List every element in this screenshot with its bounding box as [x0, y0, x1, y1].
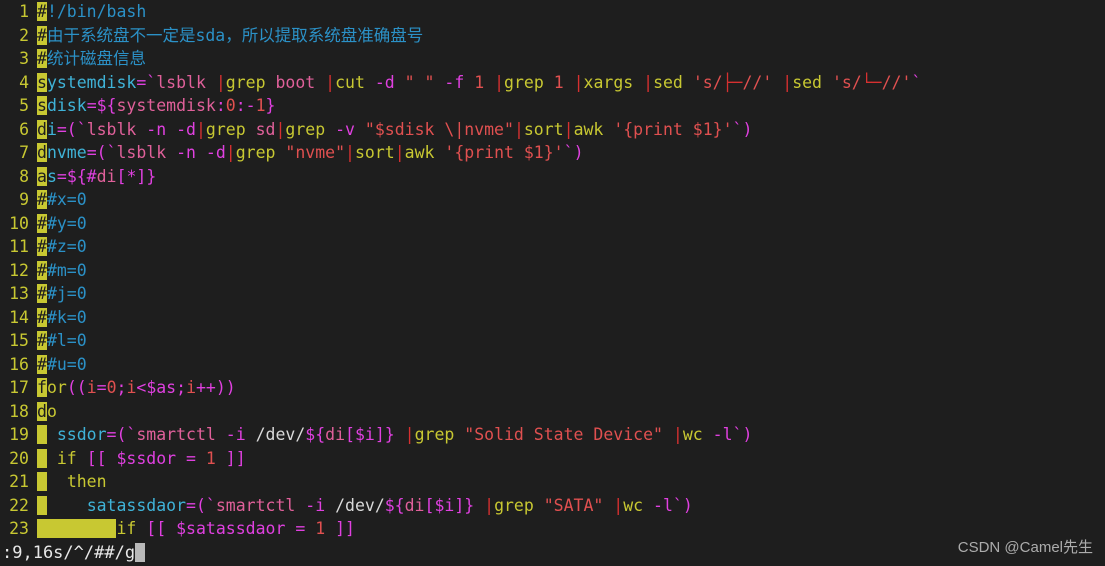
text-cursor	[135, 543, 146, 562]
code-line[interactable]: 7 dnvme=(`lsblk -n -d|grep "nvme"|sort|a…	[0, 141, 1105, 165]
search-match-highlight: #	[37, 260, 47, 280]
code-line[interactable]: 15 ##l=0	[0, 329, 1105, 353]
code-line[interactable]: 12 ##m=0	[0, 259, 1105, 283]
search-match-highlight	[37, 519, 117, 538]
code-line[interactable]: 9 ##x=0	[0, 188, 1105, 212]
line-content: dnvme=(`lsblk -n -d|grep "nvme"|sort|awk…	[37, 143, 584, 162]
line-content: ##x=0	[37, 190, 87, 209]
code-line[interactable]: 18 do	[0, 400, 1105, 424]
code-line[interactable]: 6 di=(`lsblk -n -d|grep sd|grep -v "$sdi…	[0, 118, 1105, 142]
code-line[interactable]: 22 satassdaor=(`smartctl -i /dev/${di[$i…	[0, 494, 1105, 518]
line-number: 6	[19, 119, 29, 139]
search-match-highlight: #	[37, 307, 47, 327]
line-content: satassdaor=(`smartctl -i /dev/${di[$i]} …	[37, 494, 693, 518]
line-number: 1	[19, 2, 29, 21]
line-number: 3	[19, 49, 29, 68]
search-match-highlight	[37, 448, 47, 468]
code-line[interactable]: 14 ##k=0	[0, 306, 1105, 330]
code-line[interactable]: 11 ##z=0	[0, 235, 1105, 259]
vim-command-line[interactable]: :9,16s/^/##/g	[0, 540, 1105, 566]
line-content: sdisk=${systemdisk:0:-1}	[37, 96, 276, 115]
code-line[interactable]: 1 #!/bin/bash	[0, 0, 1105, 24]
line-number: 22	[9, 495, 29, 515]
code-line[interactable]: 10 ##y=0	[0, 212, 1105, 236]
line-content: di=(`lsblk -n -d|grep sd|grep -v "$sdisk…	[37, 119, 753, 139]
line-number: 15	[9, 331, 29, 350]
line-number: 18	[9, 401, 29, 421]
code-area[interactable]: 1 #!/bin/bash 2 #由于系统盘不一定是sda，所以提取系统盘准确盘…	[0, 0, 1105, 538]
code-line[interactable]: 16 ##u=0	[0, 353, 1105, 377]
line-number: 16	[9, 354, 29, 374]
search-match-highlight: f	[37, 378, 47, 397]
line-number: 9	[19, 190, 29, 209]
search-match-highlight: #	[37, 354, 47, 374]
line-number: 5	[19, 96, 29, 115]
code-line[interactable]: 20 if [[ $ssdor = 1 ]]	[0, 447, 1105, 471]
code-line[interactable]: 3 #统计磁盘信息	[0, 47, 1105, 71]
line-content: ssdor=(`smartctl -i /dev/${di[$i]} |grep…	[37, 423, 752, 447]
search-match-highlight: s	[37, 96, 47, 115]
line-content: #统计磁盘信息	[37, 49, 146, 68]
search-match-highlight	[37, 472, 47, 491]
line-content: ##z=0	[37, 237, 87, 256]
line-number: 23	[9, 519, 29, 538]
search-match-highlight: #	[37, 213, 47, 233]
search-match-highlight	[37, 425, 47, 444]
code-line[interactable]: 5 sdisk=${systemdisk:0:-1}	[0, 94, 1105, 118]
line-content: for((i=0;i<$as;i++))	[37, 378, 236, 397]
line-content: ##k=0	[37, 307, 87, 327]
line-content: ##j=0	[37, 284, 87, 303]
line-number: 12	[9, 260, 29, 280]
code-line[interactable]: 2 #由于系统盘不一定是sda，所以提取系统盘准确盘号	[0, 24, 1105, 48]
line-number: 20	[9, 448, 29, 468]
search-match-highlight: a	[37, 166, 47, 186]
watermark: CSDN @Camel先生	[957, 539, 1093, 556]
line-content: systemdisk=`lsblk |grep boot |cut -d " "…	[37, 72, 922, 92]
line-number: 2	[19, 25, 29, 45]
code-line[interactable]: 21 then	[0, 470, 1105, 494]
search-match-highlight: #	[37, 49, 47, 68]
line-number: 11	[9, 237, 29, 256]
search-match-highlight: #	[37, 331, 47, 350]
code-line[interactable]: 4 systemdisk=`lsblk |grep boot |cut -d "…	[0, 71, 1105, 95]
search-match-highlight: d	[37, 401, 47, 421]
vim-editor-window: 1 #!/bin/bash 2 #由于系统盘不一定是sda，所以提取系统盘准确盘…	[0, 0, 1105, 566]
search-match-highlight: #	[37, 237, 47, 256]
line-content: ##m=0	[37, 260, 87, 280]
line-content: then	[37, 470, 107, 494]
line-content: ##y=0	[37, 213, 87, 233]
line-content: if [[ $satassdaor = 1 ]]	[37, 517, 355, 538]
line-number: 19	[9, 425, 29, 444]
search-match-highlight: #	[37, 284, 47, 303]
line-number: 4	[19, 72, 29, 92]
search-match-highlight: #	[37, 2, 47, 21]
line-number: 8	[19, 166, 29, 186]
line-number: 21	[9, 472, 29, 491]
code-line[interactable]: 13 ##j=0	[0, 282, 1105, 306]
line-number: 14	[9, 307, 29, 327]
search-match-highlight: d	[37, 119, 47, 139]
search-match-highlight: #	[37, 25, 47, 45]
search-match-highlight: s	[37, 72, 47, 92]
code-line[interactable]: 19 ssdor=(`smartctl -i /dev/${di[$i]} |g…	[0, 423, 1105, 447]
command-text: :9,16s/^/##/g	[2, 543, 136, 563]
line-number: 7	[19, 143, 29, 162]
search-match-highlight: #	[37, 190, 47, 209]
search-match-highlight	[37, 495, 47, 515]
line-content: if [[ $ssdor = 1 ]]	[37, 447, 246, 471]
code-line[interactable]: 17 for((i=0;i<$as;i++))	[0, 376, 1105, 400]
line-content: #!/bin/bash	[37, 2, 147, 21]
line-content: #由于系统盘不一定是sda，所以提取系统盘准确盘号	[37, 25, 424, 45]
line-content: as=${#di[*]}	[37, 166, 157, 186]
line-number: 10	[9, 213, 29, 233]
line-number: 17	[9, 378, 29, 397]
search-match-highlight: d	[37, 143, 47, 162]
code-line[interactable]: 8 as=${#di[*]}	[0, 165, 1105, 189]
code-line[interactable]: 23 if [[ $satassdaor = 1 ]]	[0, 517, 1105, 538]
line-content: do	[37, 401, 57, 421]
line-content: ##u=0	[37, 354, 87, 374]
line-content: ##l=0	[37, 331, 87, 350]
line-number: 13	[9, 284, 29, 303]
